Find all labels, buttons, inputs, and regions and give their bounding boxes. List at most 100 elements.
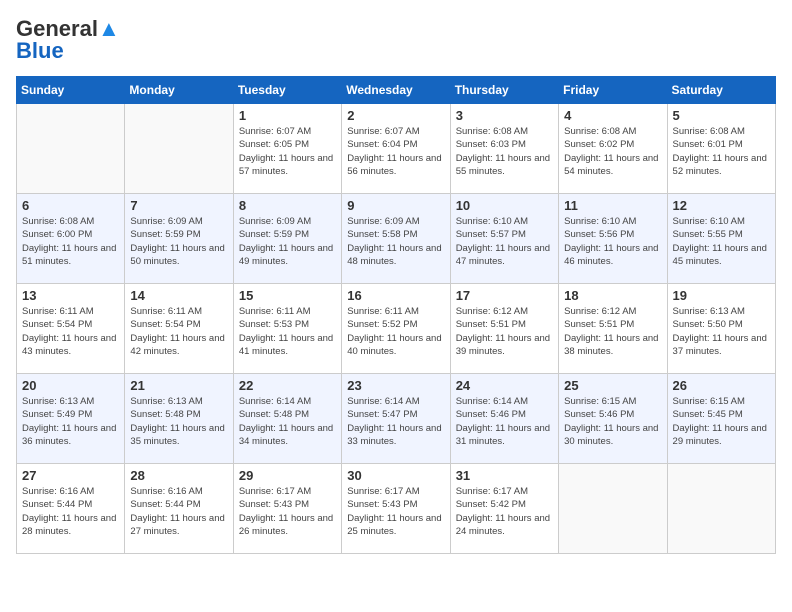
day-number: 12 [673,198,770,213]
calendar-cell: 11 Sunrise: 6:10 AMSunset: 5:56 PMDayligh… [559,194,667,284]
calendar-cell [125,104,233,194]
day-number: 15 [239,288,336,303]
cell-details: Sunrise: 6:10 AMSunset: 5:57 PMDaylight:… [456,215,553,268]
day-number: 4 [564,108,661,123]
logo-blue-text: Blue [16,38,64,64]
calendar-cell: 29Sunrise: 6:17 AMSunset: 5:43 PMDayligh… [233,464,341,554]
calendar-week-row: 6 Sunrise: 6:08 AMSunset: 6:00 PMDaylight… [17,194,776,284]
cell-details: Sunrise: 6:16 AMSunset: 5:44 PMDaylight:… [130,485,227,538]
calendar-cell: 5 Sunrise: 6:08 AMSunset: 6:01 PMDaylight… [667,104,775,194]
day-number: 5 [673,108,770,123]
calendar-cell: 21 Sunrise: 6:13 AMSunset: 5:48 PMDayligh… [125,374,233,464]
day-number: 7 [130,198,227,213]
calendar-cell: 22 Sunrise: 6:14 AMSunset: 5:48 PMDayligh… [233,374,341,464]
cell-details: Sunrise: 6:14 AMSunset: 5:47 PMDaylight:… [347,395,444,448]
calendar-header-row: SundayMondayTuesdayWednesdayThursdayFrid… [17,77,776,104]
weekday-header: Monday [125,77,233,104]
day-number: 6 [22,198,119,213]
cell-details: Sunrise: 6:17 AMSunset: 5:43 PMDaylight:… [347,485,444,538]
day-number: 29 [239,468,336,483]
day-number: 18 [564,288,661,303]
calendar-cell: 28 Sunrise: 6:16 AMSunset: 5:44 PMDayligh… [125,464,233,554]
calendar-cell: 2Sunrise: 6:07 AMSunset: 6:04 PMDaylight… [342,104,450,194]
weekday-header: Sunday [17,77,125,104]
calendar-cell: 4 Sunrise: 6:08 AMSunset: 6:02 PMDaylight… [559,104,667,194]
cell-details: Sunrise: 6:08 AMSunset: 6:00 PMDaylight:… [22,215,119,268]
day-number: 2 [347,108,444,123]
calendar-cell [17,104,125,194]
cell-details: Sunrise: 6:11 AMSunset: 5:53 PMDaylight:… [239,305,336,358]
cell-details: Sunrise: 6:08 AMSunset: 6:01 PMDaylight:… [673,125,770,178]
cell-details: Sunrise: 6:11 AMSunset: 5:54 PMDaylight:… [130,305,227,358]
day-number: 14 [130,288,227,303]
calendar-cell: 31Sunrise: 6:17 AMSunset: 5:42 PMDayligh… [450,464,558,554]
weekday-header: Saturday [667,77,775,104]
cell-details: Sunrise: 6:13 AMSunset: 5:48 PMDaylight:… [130,395,227,448]
logo-icon: ▲ [98,16,120,41]
cell-details: Sunrise: 6:09 AMSunset: 5:59 PMDaylight:… [239,215,336,268]
cell-details: Sunrise: 6:14 AMSunset: 5:46 PMDaylight:… [456,395,553,448]
calendar-cell: 9Sunrise: 6:09 AMSunset: 5:58 PMDaylight… [342,194,450,284]
calendar-cell: 20 Sunrise: 6:13 AMSunset: 5:49 PMDayligh… [17,374,125,464]
calendar-cell: 26 Sunrise: 6:15 AMSunset: 5:45 PMDayligh… [667,374,775,464]
calendar-table: SundayMondayTuesdayWednesdayThursdayFrid… [16,76,776,554]
weekday-header: Wednesday [342,77,450,104]
calendar-cell: 6 Sunrise: 6:08 AMSunset: 6:00 PMDaylight… [17,194,125,284]
cell-details: Sunrise: 6:15 AMSunset: 5:45 PMDaylight:… [673,395,770,448]
day-number: 20 [22,378,119,393]
cell-details: Sunrise: 6:10 AMSunset: 5:56 PMDaylight:… [564,215,661,268]
day-number: 10 [456,198,553,213]
cell-details: Sunrise: 6:11 AMSunset: 5:52 PMDaylight:… [347,305,444,358]
calendar-week-row: 20 Sunrise: 6:13 AMSunset: 5:49 PMDayligh… [17,374,776,464]
logo: General▲ Blue [16,16,120,64]
page-header: General▲ Blue [16,16,776,64]
cell-details: Sunrise: 6:08 AMSunset: 6:03 PMDaylight:… [456,125,553,178]
day-number: 26 [673,378,770,393]
day-number: 19 [673,288,770,303]
cell-details: Sunrise: 6:12 AMSunset: 5:51 PMDaylight:… [456,305,553,358]
day-number: 31 [456,468,553,483]
calendar-cell: 18 Sunrise: 6:12 AMSunset: 5:51 PMDayligh… [559,284,667,374]
calendar-cell: 14 Sunrise: 6:11 AMSunset: 5:54 PMDayligh… [125,284,233,374]
cell-details: Sunrise: 6:16 AMSunset: 5:44 PMDaylight:… [22,485,119,538]
calendar-cell: 7Sunrise: 6:09 AMSunset: 5:59 PMDaylight… [125,194,233,284]
day-number: 25 [564,378,661,393]
weekday-header: Friday [559,77,667,104]
cell-details: Sunrise: 6:15 AMSunset: 5:46 PMDaylight:… [564,395,661,448]
calendar-cell: 17 Sunrise: 6:12 AMSunset: 5:51 PMDayligh… [450,284,558,374]
cell-details: Sunrise: 6:12 AMSunset: 5:51 PMDaylight:… [564,305,661,358]
cell-details: Sunrise: 6:07 AMSunset: 6:05 PMDaylight:… [239,125,336,178]
day-number: 17 [456,288,553,303]
day-number: 8 [239,198,336,213]
day-number: 28 [130,468,227,483]
day-number: 22 [239,378,336,393]
cell-details: Sunrise: 6:13 AMSunset: 5:49 PMDaylight:… [22,395,119,448]
cell-details: Sunrise: 6:14 AMSunset: 5:48 PMDaylight:… [239,395,336,448]
calendar-cell [559,464,667,554]
calendar-week-row: 13Sunrise: 6:11 AMSunset: 5:54 PMDayligh… [17,284,776,374]
calendar-cell: 23 Sunrise: 6:14 AMSunset: 5:47 PMDayligh… [342,374,450,464]
calendar-cell: 24Sunrise: 6:14 AMSunset: 5:46 PMDayligh… [450,374,558,464]
day-number: 30 [347,468,444,483]
calendar-cell [667,464,775,554]
calendar-cell: 12 Sunrise: 6:10 AMSunset: 5:55 PMDayligh… [667,194,775,284]
day-number: 11 [564,198,661,213]
day-number: 9 [347,198,444,213]
calendar-cell: 19 Sunrise: 6:13 AMSunset: 5:50 PMDayligh… [667,284,775,374]
cell-details: Sunrise: 6:11 AMSunset: 5:54 PMDaylight:… [22,305,119,358]
weekday-header: Tuesday [233,77,341,104]
cell-details: Sunrise: 6:10 AMSunset: 5:55 PMDaylight:… [673,215,770,268]
calendar-cell: 3 Sunrise: 6:08 AMSunset: 6:03 PMDaylight… [450,104,558,194]
calendar-week-row: 27 Sunrise: 6:16 AMSunset: 5:44 PMDayligh… [17,464,776,554]
cell-details: Sunrise: 6:13 AMSunset: 5:50 PMDaylight:… [673,305,770,358]
day-number: 23 [347,378,444,393]
day-number: 3 [456,108,553,123]
cell-details: Sunrise: 6:08 AMSunset: 6:02 PMDaylight:… [564,125,661,178]
day-number: 27 [22,468,119,483]
calendar-cell: 1 Sunrise: 6:07 AMSunset: 6:05 PMDaylight… [233,104,341,194]
calendar-cell: 15 Sunrise: 6:11 AMSunset: 5:53 PMDayligh… [233,284,341,374]
day-number: 1 [239,108,336,123]
day-number: 21 [130,378,227,393]
calendar-cell: 30 Sunrise: 6:17 AMSunset: 5:43 PMDayligh… [342,464,450,554]
calendar-cell: 16Sunrise: 6:11 AMSunset: 5:52 PMDayligh… [342,284,450,374]
